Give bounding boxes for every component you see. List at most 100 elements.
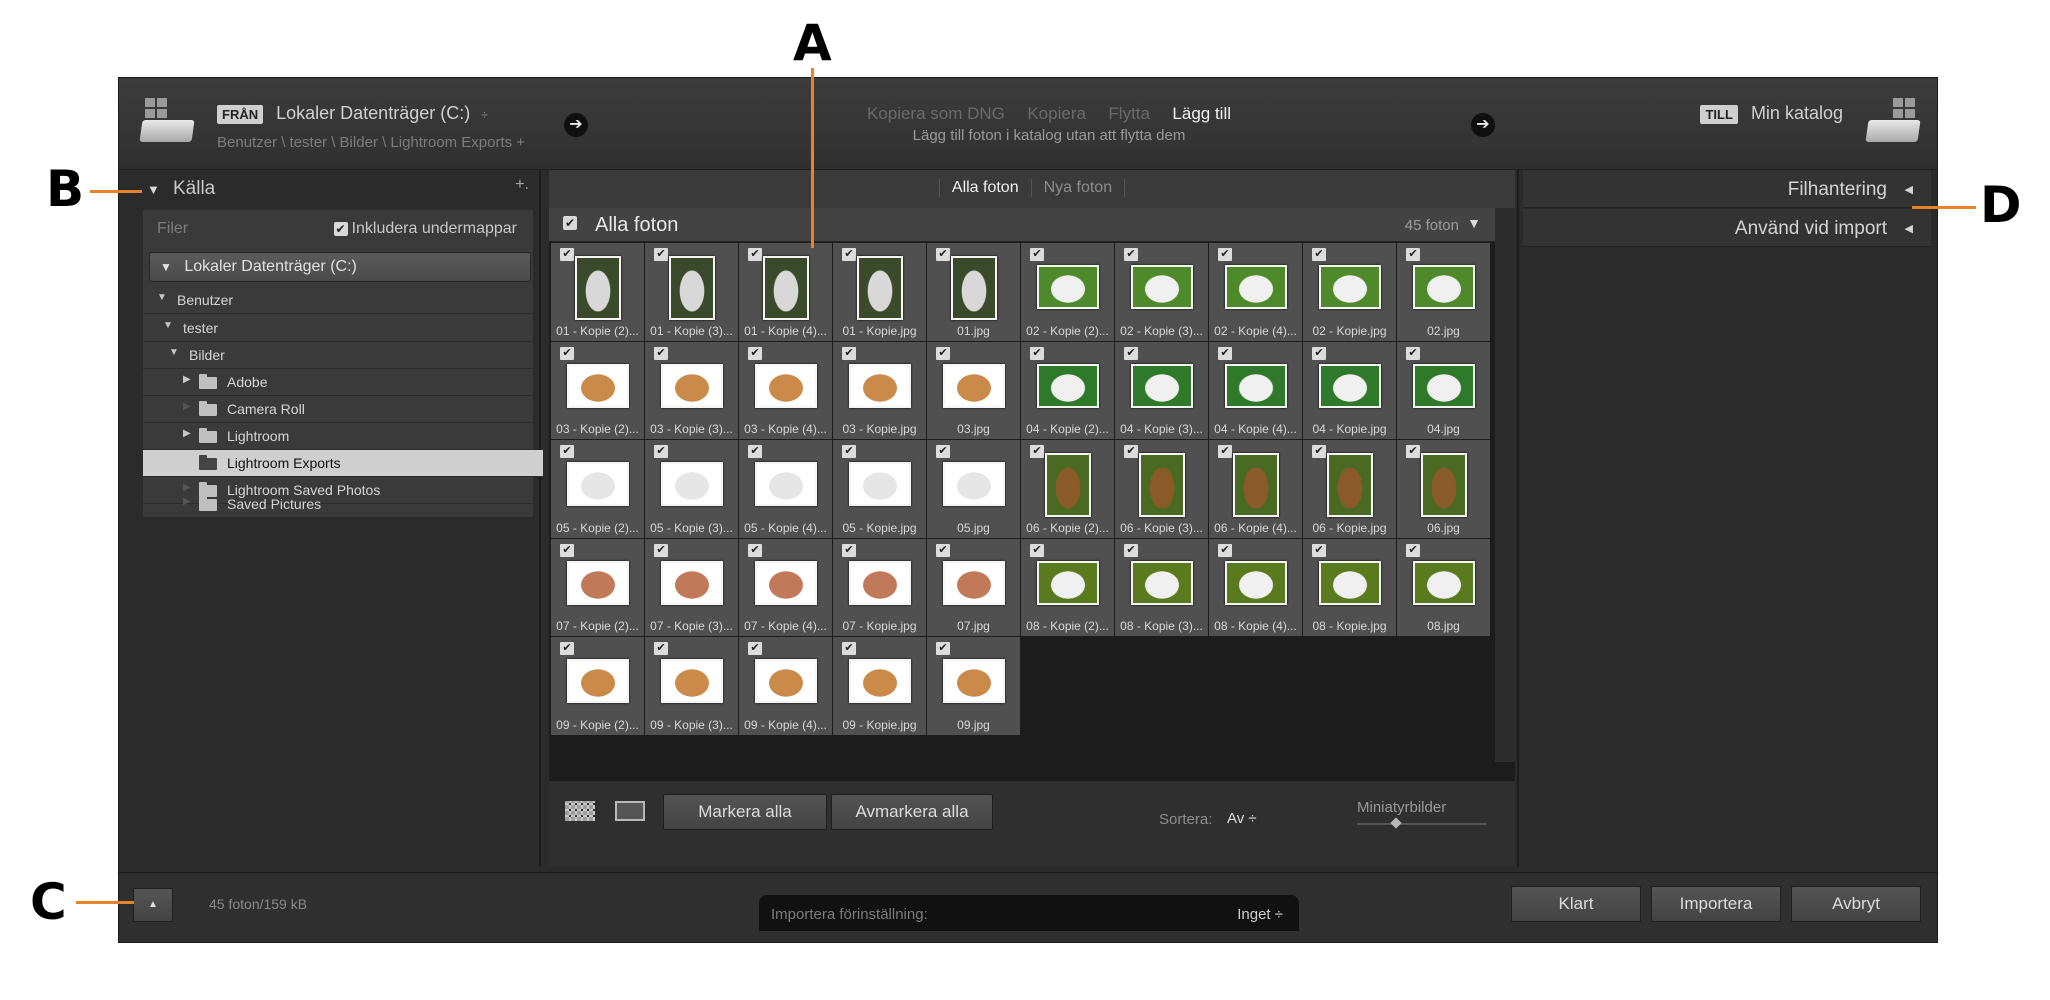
photo-thumbnail[interactable] xyxy=(1232,453,1279,517)
photo-cell[interactable]: ✔ 07 - Kopie (3)... xyxy=(645,538,738,636)
photo-checkbox[interactable]: ✔ xyxy=(560,642,574,655)
photo-thumbnail[interactable] xyxy=(1138,453,1185,517)
photo-cell[interactable]: ✔ 01 - Kopie (3)... xyxy=(645,243,738,341)
photo-checkbox[interactable]: ✔ xyxy=(842,248,856,261)
photo-checkbox[interactable]: ✔ xyxy=(1124,543,1138,557)
photo-cell[interactable]: ✔ 05 - Kopie (2)... xyxy=(551,440,644,538)
photo-checkbox[interactable]: ✔ xyxy=(748,248,762,261)
photo-thumbnail[interactable] xyxy=(942,462,1005,506)
photo-checkbox[interactable]: ✔ xyxy=(1030,248,1044,261)
mode-copy[interactable]: Kopiera xyxy=(1027,104,1086,123)
photo-checkbox[interactable]: ✔ xyxy=(1312,346,1326,360)
deselect-all-button[interactable]: Avmarkera alla xyxy=(831,794,993,830)
thumbnail-size-slider[interactable] xyxy=(1357,817,1487,829)
photo-cell[interactable]: ✔ 07.jpg xyxy=(927,538,1020,636)
photo-cell[interactable]: ✔ 05 - Kopie.jpg xyxy=(833,440,926,538)
photo-thumbnail[interactable] xyxy=(1130,560,1193,605)
photo-thumbnail[interactable] xyxy=(950,256,997,320)
photo-checkbox[interactable]: ✔ xyxy=(748,543,762,557)
photo-thumbnail[interactable] xyxy=(848,659,911,703)
mode-move[interactable]: Flytta xyxy=(1108,104,1150,123)
collapse-triangle-icon[interactable]: ▼ xyxy=(147,182,160,197)
photo-thumbnail[interactable] xyxy=(942,560,1005,605)
photo-thumbnail[interactable] xyxy=(848,462,911,506)
photo-checkbox[interactable]: ✔ xyxy=(654,543,668,557)
photo-cell[interactable]: ✔ 04 - Kopie (2)... xyxy=(1021,341,1114,439)
photo-cell[interactable]: ✔ 06 - Kopie (4)... xyxy=(1209,440,1302,538)
photo-checkbox[interactable]: ✔ xyxy=(1312,248,1326,261)
photo-cell[interactable]: ✔ 03.jpg xyxy=(927,341,1020,439)
photo-checkbox[interactable]: ✔ xyxy=(1124,248,1138,261)
photo-cell[interactable]: ✔ 05 - Kopie (3)... xyxy=(645,440,738,538)
photo-cell[interactable]: ✔ 02 - Kopie (3)... xyxy=(1115,243,1208,341)
tree-item-tester[interactable]: ▼ tester xyxy=(143,315,533,342)
photo-cell[interactable]: ✔ 04 - Kopie (4)... xyxy=(1209,341,1302,439)
select-all-button[interactable]: Markera alla xyxy=(663,794,827,830)
photo-checkbox[interactable]: ✔ xyxy=(654,248,668,261)
tree-item-bilder[interactable]: ▼ Bilder xyxy=(143,342,533,369)
photo-thumbnail[interactable] xyxy=(754,560,817,605)
source-panel-header[interactable]: ▼ Källa +. xyxy=(127,170,539,208)
photo-cell[interactable]: ✔ 08 - Kopie (2)... xyxy=(1021,538,1114,636)
photo-checkbox[interactable]: ✔ xyxy=(936,248,950,261)
photo-cell[interactable]: ✔ 08 - Kopie.jpg xyxy=(1303,538,1396,636)
photo-checkbox[interactable]: ✔ xyxy=(748,445,762,458)
photo-checkbox[interactable]: ✔ xyxy=(1406,248,1420,261)
photo-cell[interactable]: ✔ 07 - Kopie.jpg xyxy=(833,538,926,636)
photo-thumbnail[interactable] xyxy=(1420,453,1467,517)
photo-thumbnail[interactable] xyxy=(848,560,911,605)
photo-thumbnail[interactable] xyxy=(566,462,629,506)
tree-item-lightroom[interactable]: ▶ Lightroom xyxy=(143,423,533,450)
done-button[interactable]: Klart xyxy=(1511,886,1641,922)
photo-checkbox[interactable]: ✔ xyxy=(1406,346,1420,360)
select-all-checkbox[interactable]: ✔ xyxy=(563,216,577,230)
photo-thumbnail[interactable] xyxy=(668,256,715,320)
photo-cell[interactable]: ✔ 06.jpg xyxy=(1397,440,1490,538)
photo-checkbox[interactable]: ✔ xyxy=(1218,346,1232,360)
photo-thumbnail[interactable] xyxy=(942,659,1005,703)
photo-cell[interactable]: ✔ 02 - Kopie.jpg xyxy=(1303,243,1396,341)
photo-checkbox[interactable]: ✔ xyxy=(654,642,668,655)
photo-checkbox[interactable]: ✔ xyxy=(1312,543,1326,557)
photo-cell[interactable]: ✔ 07 - Kopie (2)... xyxy=(551,538,644,636)
photo-thumbnail[interactable] xyxy=(566,659,629,703)
source-path[interactable]: Benutzer \ tester \ Bilder \ Lightroom E… xyxy=(217,134,525,151)
grid-view-icon[interactable] xyxy=(565,801,595,821)
photo-thumbnail[interactable] xyxy=(566,363,629,408)
photo-cell[interactable]: ✔ 01.jpg xyxy=(927,243,1020,341)
volume-row[interactable]: ▼ Lokaler Datenträger (C:) xyxy=(149,252,531,282)
photo-thumbnail[interactable] xyxy=(848,363,911,408)
photo-checkbox[interactable]: ✔ xyxy=(1312,445,1326,458)
photo-thumbnail[interactable] xyxy=(1130,363,1193,408)
photo-cell[interactable]: ✔ 03 - Kopie (3)... xyxy=(645,341,738,439)
source-drive-icon[interactable] xyxy=(137,96,199,146)
photo-checkbox[interactable]: ✔ xyxy=(1124,346,1138,360)
photo-checkbox[interactable]: ✔ xyxy=(654,346,668,360)
destination-selector[interactable]: TILL Min katalog xyxy=(1700,103,1843,124)
cancel-button[interactable]: Avbryt xyxy=(1791,886,1921,922)
photo-cell[interactable]: ✔ 04 - Kopie (3)... xyxy=(1115,341,1208,439)
photo-thumbnail[interactable] xyxy=(1036,363,1099,408)
photo-checkbox[interactable]: ✔ xyxy=(560,543,574,557)
tab-new-photos[interactable]: Nya foton xyxy=(1032,179,1126,197)
photo-checkbox[interactable]: ✔ xyxy=(1030,346,1044,360)
photo-cell[interactable]: ✔ 06 - Kopie (3)... xyxy=(1115,440,1208,538)
photo-cell[interactable]: ✔ 01 - Kopie.jpg xyxy=(833,243,926,341)
destination-drive-icon[interactable] xyxy=(1863,96,1925,146)
photo-thumbnail[interactable] xyxy=(660,462,723,506)
import-button[interactable]: Importera xyxy=(1651,886,1781,922)
tree-item-lightroom-exports[interactable]: Lightroom Exports xyxy=(143,450,543,477)
photo-thumbnail[interactable] xyxy=(754,462,817,506)
photo-checkbox[interactable]: ✔ xyxy=(1218,445,1232,458)
photo-checkbox[interactable]: ✔ xyxy=(654,445,668,458)
photo-checkbox[interactable]: ✔ xyxy=(560,248,574,261)
photo-thumbnail[interactable] xyxy=(1130,265,1193,309)
mode-add[interactable]: Lägg till xyxy=(1172,104,1231,123)
photo-thumbnail[interactable] xyxy=(1044,453,1091,517)
photo-thumbnail[interactable] xyxy=(660,659,723,703)
photo-thumbnail[interactable] xyxy=(660,363,723,408)
photo-thumbnail[interactable] xyxy=(1318,560,1381,605)
grid-menu-triangle-icon[interactable]: ▼ xyxy=(1467,215,1481,231)
photo-cell[interactable]: ✔ 08 - Kopie (4)... xyxy=(1209,538,1302,636)
grid-scrollbar[interactable] xyxy=(1495,208,1515,762)
